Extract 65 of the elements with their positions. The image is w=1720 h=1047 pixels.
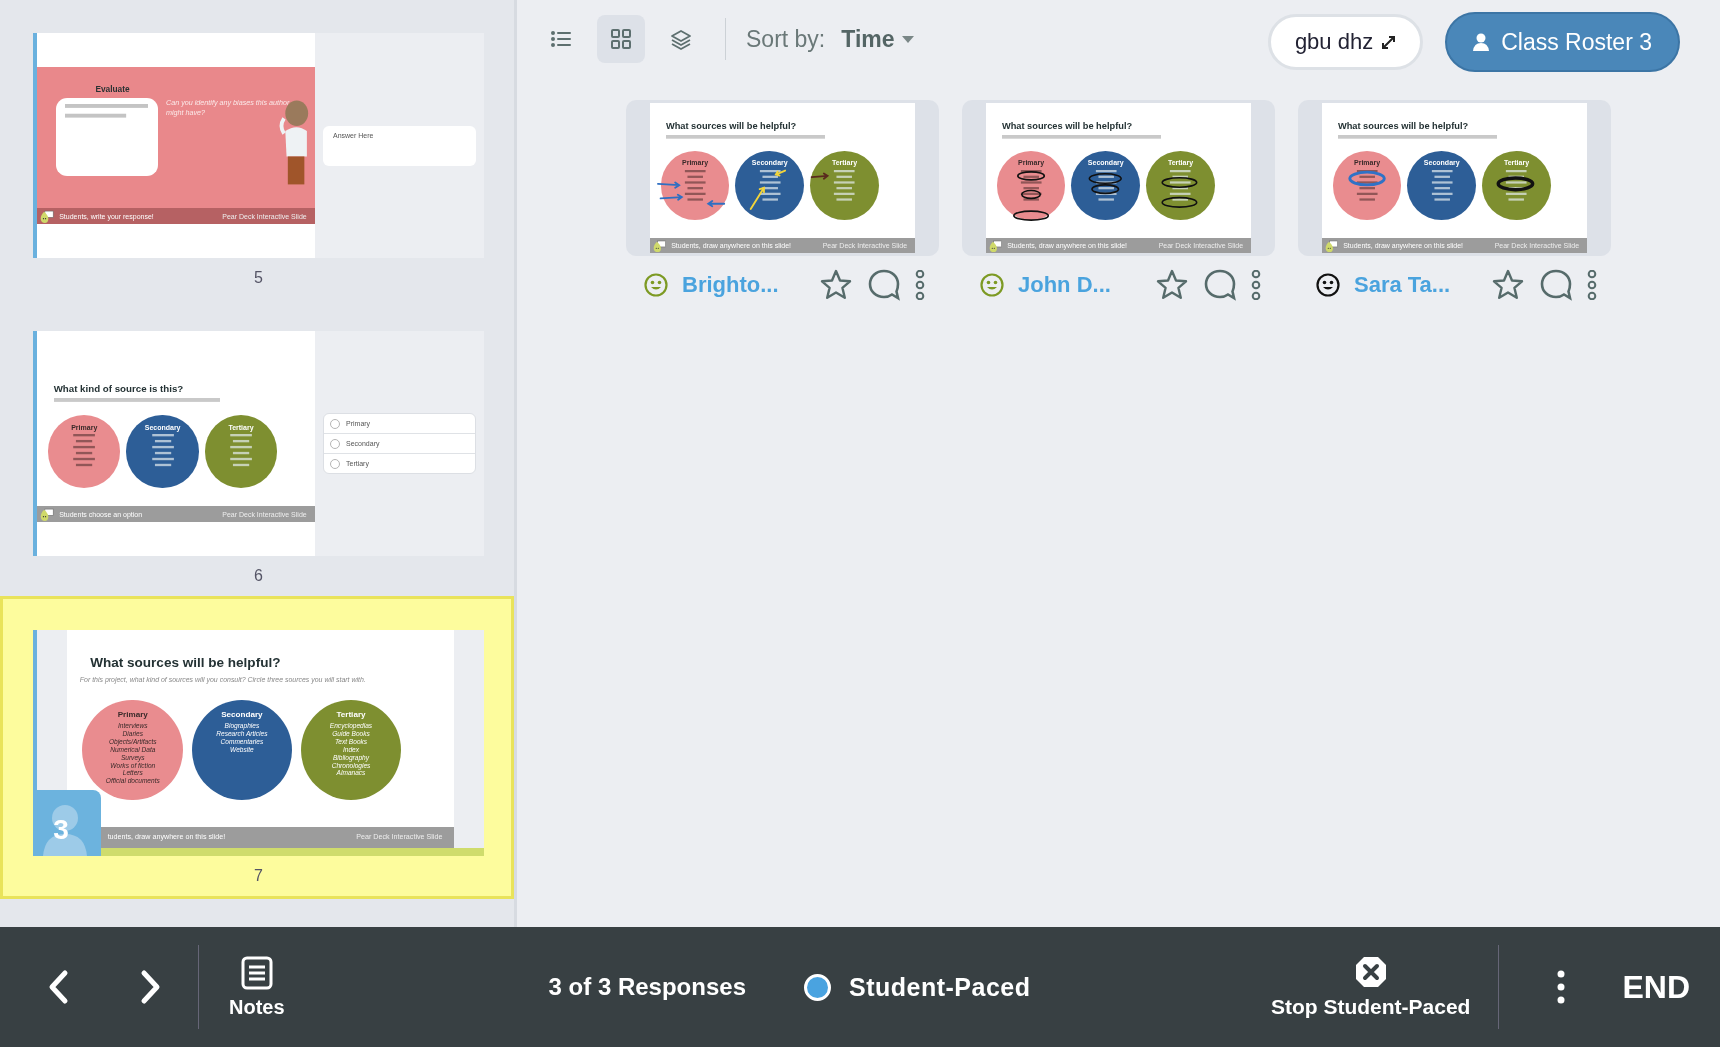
pear-mascot-icon (39, 209, 54, 223)
comment-icon[interactable] (1539, 268, 1573, 302)
pear-mascot-icon (652, 238, 666, 252)
more-options-icon[interactable] (1251, 270, 1261, 300)
caret-icon (900, 34, 915, 44)
notes-button[interactable]: Notes (229, 955, 285, 1019)
circle-heading: Secondary (221, 709, 263, 721)
slide-title: What kind of source is this? (53, 383, 185, 396)
radio-button[interactable] (330, 418, 340, 429)
slide-title: Evaluate (95, 84, 131, 94)
class-roster-button[interactable]: Class Roster 3 (1445, 12, 1680, 72)
ink-loop (1496, 176, 1535, 192)
ink-arrow (749, 187, 765, 211)
ink-loop (1021, 190, 1042, 200)
layers-icon (671, 30, 691, 50)
ink-arrow (810, 173, 830, 181)
more-options-icon[interactable] (915, 270, 925, 300)
sort-dropdown[interactable]: Time (841, 25, 915, 53)
view-toggle-button[interactable] (597, 15, 645, 63)
pear-mascot-icon (988, 238, 1002, 252)
star-icon[interactable] (1155, 268, 1189, 302)
ink-loop (1013, 210, 1050, 222)
stop-student-paced-button[interactable]: Stop Student-Paced (1270, 955, 1471, 1019)
comment-icon[interactable] (867, 268, 901, 302)
slide-title: What sources will be helpful? (1001, 120, 1134, 132)
slide-number: 5 (253, 268, 264, 288)
ink-loop (1348, 171, 1386, 187)
star-icon[interactable] (1491, 268, 1525, 302)
expand-icon (1381, 34, 1397, 50)
response-count-text: 3 of 3 Responses (548, 973, 746, 1001)
ink-loop (1091, 184, 1120, 195)
pacing-label: Student-Paced (849, 972, 1031, 1002)
person-icon (1473, 33, 1490, 51)
star-icon[interactable] (819, 268, 853, 302)
radio-button[interactable] (330, 458, 340, 469)
response-count: 3 (53, 814, 69, 846)
ink-loop (1017, 171, 1046, 182)
slide-number: 6 (253, 566, 264, 586)
slide-thumbnail[interactable] (33, 630, 484, 856)
slide-title: What sources will be helpful? (1337, 120, 1470, 132)
circle-heading: Primary (117, 709, 148, 721)
ink-arrow (657, 182, 681, 190)
close-icon (1353, 955, 1388, 989)
comment-icon[interactable] (1203, 268, 1237, 302)
ink-arrow (706, 200, 726, 208)
list-view-icon (551, 31, 571, 47)
ink-loop (1161, 177, 1198, 189)
slide-number: 7 (253, 866, 264, 886)
circle-heading: Tertiary (336, 709, 366, 721)
ink-loop (1161, 197, 1198, 209)
notes-icon (239, 955, 274, 990)
pear-mascot-icon (39, 507, 54, 521)
more-options-icon[interactable] (1587, 270, 1597, 300)
end-button[interactable]: END (1622, 968, 1690, 1006)
ink-arrow (774, 170, 787, 177)
ink-loop (1088, 173, 1122, 185)
join-code-button[interactable]: gbu dhz (1267, 14, 1424, 70)
slide-title: What sources will be helpful? (665, 120, 798, 132)
sort-label: Sort by: (746, 25, 826, 53)
grid-view-icon (611, 29, 631, 49)
radio-button[interactable] (330, 438, 340, 449)
slide-item[interactable] (0, 596, 514, 899)
pear-mascot-icon (1324, 238, 1338, 252)
ink-arrow (659, 194, 684, 202)
slide-title: What sources will be helpful? (90, 655, 282, 672)
